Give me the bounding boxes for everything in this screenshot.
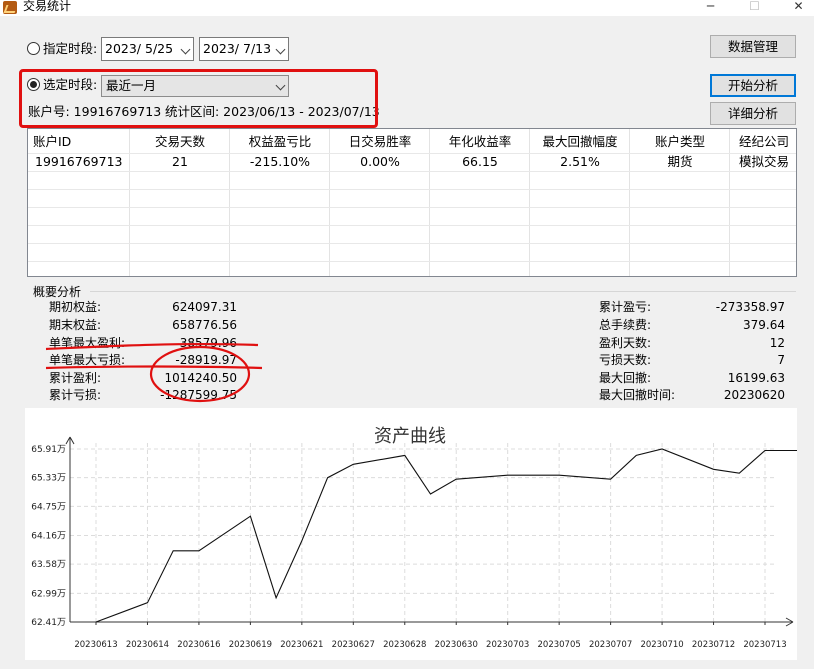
underline-max-loss [45,365,263,370]
circle-cumulative [149,345,251,403]
y-tick-label: 65.91万 [31,445,66,455]
end-date-picker[interactable]: 2023/ 7/13 [199,37,289,61]
table-cell: 模拟交易 [738,154,789,169]
x-tick-label: 20230613 [74,640,117,650]
table-cell: 66.15 [462,154,498,169]
annotation-marks [45,342,263,403]
custom-period-label: 指定时段: [43,41,98,56]
x-tick-label: 20230628 [383,640,426,650]
summary-label: 最大回撤: [599,371,652,385]
start-date-picker[interactable]: 2023/ 5/25 [101,37,194,61]
summary-label: 累计盈亏: [599,300,652,314]
summary-label: 最大回撤时间: [599,388,676,402]
summary-value: 12 [769,336,785,350]
y-tick-label: 65.33万 [31,474,66,484]
chevron-down-icon [275,44,286,55]
annotation-box [19,69,378,128]
underline-max-profit [45,342,259,351]
column-header[interactable]: 年化收益率 [430,133,530,151]
summary-divider [90,291,796,292]
close-button[interactable]: ✕ [776,0,814,14]
x-tick-label: 20230621 [280,640,323,650]
x-tick-label: 20230712 [692,640,735,650]
table-cell: 21 [172,154,188,169]
y-tick-label: 62.41万 [31,618,66,628]
summary-value: 379.64 [743,318,785,332]
y-tick-label: 63.58万 [31,560,66,570]
x-tick-label: 20230707 [589,640,632,650]
column-header[interactable]: 账户ID [33,133,71,151]
end-date-value: 2023/ 7/13 [203,41,272,56]
chevron-down-icon [180,44,191,55]
equity-chart: 资产曲线 62.41万 62.99万 63.58万 64.16万 64.75万 65.33… [25,408,797,660]
column-header[interactable]: 日交易胜率 [330,133,430,151]
maximize-button[interactable]: ☐ [732,0,777,14]
y-tick-label: 64.75万 [31,502,66,512]
table-cell: 2.51% [560,154,600,169]
data-manage-button[interactable]: 数据管理 [710,35,796,58]
summary-value: 7 [777,353,785,367]
table-cell: 0.00% [360,154,400,169]
x-tick-label: 20230619 [229,640,272,650]
x-tick-label: 20230627 [332,640,375,650]
start-date-value: 2023/ 5/25 [105,41,174,56]
summary-label: 盈利天数: [599,336,652,350]
start-analysis-button[interactable]: 开始分析 [710,74,796,97]
column-header[interactable]: 权益盈亏比 [230,133,330,151]
summary-title: 概要分析 [33,285,82,299]
table-cell: 期货 [667,154,693,169]
x-tick-label: 20230630 [435,640,478,650]
app-chart-icon [3,1,17,14]
summary-value: -273358.97 [715,300,785,314]
column-header[interactable]: 最大回撤幅度 [530,133,630,151]
summary-value: 16199.63 [727,371,785,385]
table-cell: 19916769713 [35,154,123,169]
window-title: 交易统计 [23,0,72,13]
x-tick-label: 20230614 [126,640,169,650]
y-tick-label: 64.16万 [31,532,66,542]
summary-label: 期初权益: [49,300,102,314]
summary-value: 20230620 [723,388,785,402]
summary-value: 624097.31 [172,300,237,314]
summary-label: 总手续费: [599,318,652,332]
x-tick-label: 20230713 [743,640,786,650]
column-header[interactable]: 账户类型 [630,133,730,151]
column-header[interactable]: 经纪公司 [730,133,796,151]
account-table[interactable]: 账户ID 交易天数 权益盈亏比 日交易胜率 年化收益率 最大回撤幅度 账户类型 … [27,128,797,277]
y-tick-label: 62.99万 [31,589,66,599]
x-tick-label: 20230705 [538,640,581,650]
minimize-button[interactable]: ─ [688,0,733,14]
table-cell: -215.10% [249,154,311,169]
chart-plot: 62.41万 62.99万 63.58万 64.16万 64.75万 65.33万 65.9… [31,436,797,650]
x-tick-label: 20230616 [177,640,220,650]
x-tick-label: 20230703 [486,640,529,650]
x-tick-label: 20230710 [640,640,683,650]
equity-line [95,448,797,623]
detail-analysis-button[interactable]: 详细分析 [710,102,796,125]
column-header[interactable]: 交易天数 [130,133,230,151]
summary-label: 亏损天数: [599,353,652,367]
custom-period-radio[interactable] [27,42,40,55]
